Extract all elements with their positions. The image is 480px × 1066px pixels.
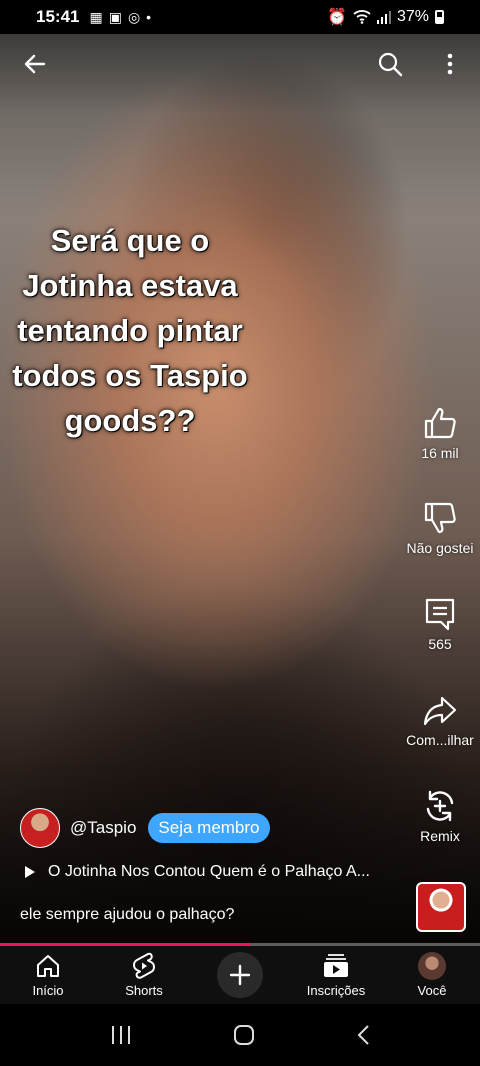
related-video-thumbnail[interactable] — [416, 882, 466, 932]
recent-apps-icon[interactable] — [110, 1025, 132, 1045]
join-membership-button[interactable]: Seja membro — [148, 813, 270, 843]
home-circle-icon[interactable] — [233, 1024, 255, 1046]
remix-icon — [426, 790, 454, 822]
play-icon — [25, 866, 35, 878]
related-video-link[interactable]: O Jotinha Nos Contou Quem é o Palhaço A.… — [24, 863, 404, 881]
nav-you-label: Você — [417, 982, 447, 998]
profile-avatar — [418, 951, 446, 980]
comments-button[interactable]: 565 — [400, 596, 480, 652]
nav-subscriptions-label: Inscrições — [306, 982, 366, 998]
notification-icons: ▦ ▣ ◎ • — [89, 9, 151, 26]
nav-home-label: Início — [32, 982, 64, 998]
dislike-label: Não gostei — [406, 540, 474, 556]
comments-count: 565 — [428, 636, 452, 652]
status-right: ⏰ 37% — [327, 7, 444, 27]
signal-icon — [376, 11, 391, 24]
thumbs-down-icon — [424, 502, 456, 534]
channel-avatar[interactable] — [20, 808, 60, 848]
caption-line: goods?? — [64, 403, 196, 438]
nav-you[interactable]: Você — [384, 946, 480, 1004]
arrow-left-icon — [24, 54, 46, 74]
more-vertical-icon — [447, 53, 453, 75]
back-button[interactable] — [15, 44, 55, 84]
caption-line: Será que o — [50, 223, 210, 258]
shorts-icon — [133, 952, 155, 979]
bottom-navigation: Início Shorts Inscrições Você — [0, 946, 480, 1004]
more-options-button[interactable] — [430, 44, 470, 84]
channel-handle[interactable]: @Taspio — [70, 818, 136, 838]
status-bar: 15:41 ▦ ▣ ◎ • ⏰ 37% — [0, 0, 480, 34]
back-chevron-icon[interactable] — [356, 1024, 370, 1046]
thumbs-up-icon — [424, 407, 456, 439]
wifi-icon — [353, 10, 371, 24]
subscriptions-icon — [324, 953, 348, 977]
dislike-button[interactable]: Não gostei — [400, 500, 480, 556]
nav-create[interactable] — [192, 946, 288, 1004]
channel-row: @Taspio Seja membro — [20, 808, 270, 848]
status-time: 15:41 — [36, 7, 80, 26]
related-video-title: O Jotinha Nos Contou Quem é o Palhaço A.… — [48, 863, 370, 880]
create-button[interactable] — [217, 952, 263, 998]
comment-icon — [425, 598, 455, 631]
remix-button[interactable]: Remix — [400, 788, 480, 844]
search-button[interactable] — [370, 44, 410, 84]
share-button[interactable]: Com...ilhar — [400, 692, 480, 748]
like-count: 16 mil — [421, 445, 459, 461]
like-button[interactable]: 16 mil — [400, 405, 480, 461]
video-caption: Será que o Jotinha estava tentando pinta… — [0, 218, 260, 443]
alarm-icon: ⏰ — [327, 9, 347, 26]
video-description[interactable]: ele sempre ajudou o palhaço? — [20, 906, 234, 924]
home-icon — [37, 954, 59, 977]
caption-line: Jotinha estava — [22, 268, 238, 303]
nav-home[interactable]: Início — [0, 946, 96, 1004]
grid-icon: ▦ — [89, 8, 103, 25]
caption-line: tentando pintar — [17, 313, 243, 348]
nav-subscriptions[interactable]: Inscrições — [288, 946, 384, 1004]
battery-icon — [435, 10, 444, 24]
nav-shorts-label: Shorts — [125, 982, 163, 998]
battery-percent: 37% — [396, 8, 429, 25]
remix-label: Remix — [420, 828, 460, 844]
dot-icon: • — [146, 9, 152, 25]
search-icon — [378, 52, 403, 77]
gallery-icon: ▣ — [108, 8, 122, 25]
system-navigation — [0, 1004, 480, 1066]
plus-icon — [229, 964, 251, 986]
share-icon — [423, 696, 457, 726]
nav-shorts[interactable]: Shorts — [96, 946, 192, 1004]
caption-line: todos os Taspio — [12, 358, 248, 393]
instagram-icon: ◎ — [127, 8, 141, 25]
share-label: Com...ilhar — [406, 732, 474, 748]
